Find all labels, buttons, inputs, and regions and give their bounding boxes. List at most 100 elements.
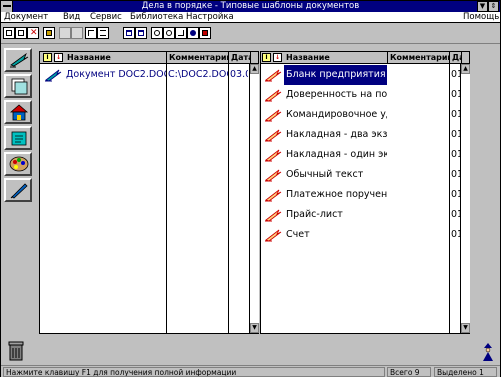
edit-button[interactable] [175, 27, 187, 39]
column-header-name[interactable]: Название [65, 52, 167, 64]
menu-help[interactable]: Помощь [463, 12, 499, 23]
status-total: Всего 9 [387, 367, 431, 377]
binoculars-icon [154, 30, 160, 36]
new-document-button[interactable] [3, 27, 15, 39]
disabled-button-1[interactable] [59, 27, 71, 39]
column-header-comment[interactable]: Комментарий [388, 52, 450, 64]
house-icon [9, 104, 29, 121]
scroll-up-arrow[interactable]: ▲ [250, 64, 259, 74]
scroll-up-arrow[interactable]: ▲ [461, 64, 470, 74]
sort-icon[interactable]: ↓ [273, 53, 282, 62]
column-divider [228, 64, 229, 333]
disabled-button-2[interactable] [71, 27, 83, 39]
menu-bar: Документ Вид Сервис Библиотека Настройка… [1, 12, 500, 23]
documents-scrollbar[interactable]: ▲ ▼ [249, 64, 259, 333]
palette-folder-button[interactable] [4, 152, 32, 176]
template-feather-icon [265, 209, 282, 222]
delete-icon: ✕ [30, 28, 38, 38]
documents-panel-header: I ↓ Название Комментарий Дата [40, 52, 258, 64]
template-row[interactable]: Накладная - один эк 01 [261, 145, 461, 165]
status-selected: Выделено 1 [434, 367, 497, 377]
magnifier-icon [166, 30, 172, 36]
template-name: Обычный текст [286, 169, 364, 180]
two-panel-button[interactable] [135, 27, 147, 39]
info-button[interactable] [187, 27, 199, 39]
list-item[interactable]: Документ DOC2.DOC C:\DOC2.DOC 03.0 [40, 65, 248, 85]
status-hint: Нажмите клавишу F1 для получения полной … [3, 367, 385, 377]
documents-panel: I ↓ Название Комментарий Дата Документ D… [39, 51, 259, 334]
menu-settings[interactable]: Настройка [186, 12, 234, 23]
single-panel-button[interactable] [123, 27, 135, 39]
template-name: Накладная - два экз [286, 129, 387, 140]
pen-folder-button[interactable] [4, 178, 32, 202]
menu-document[interactable]: Документ [4, 12, 48, 23]
template-feather-icon [265, 69, 282, 82]
menu-service[interactable]: Сервис [90, 12, 122, 23]
document-name: Документ DOC2.DOC [66, 69, 166, 80]
app-window: Дела в порядке - Типовые шаблоны докумен… [0, 0, 501, 377]
tree-view-button[interactable] [85, 27, 97, 39]
template-row[interactable]: Доверенность на пол 01 [261, 85, 461, 105]
list-view-button[interactable] [97, 27, 109, 39]
calendar-button[interactable] [199, 27, 211, 39]
calendar-icon [202, 30, 208, 36]
status-bar: Нажмите клавишу F1 для получения полной … [1, 365, 500, 377]
document-feather-icon [45, 69, 62, 82]
templates-scrollbar[interactable]: ▲ ▼ [460, 64, 470, 333]
template-feather-icon [265, 169, 282, 182]
assistant-figure-icon[interactable] [481, 342, 495, 362]
column-header-comment[interactable]: Комментарий [167, 52, 229, 64]
notes-folder-button[interactable] [4, 126, 32, 150]
trash-icon[interactable] [8, 340, 24, 362]
template-name: Прайс-лист [286, 209, 343, 220]
template-name: Накладная - один эк [286, 149, 387, 160]
template-feather-icon [10, 52, 29, 68]
column-divider [166, 64, 167, 333]
template-row[interactable]: Обычный текст 01 [261, 165, 461, 185]
preview-button[interactable] [163, 27, 175, 39]
template-row[interactable]: Командировочное уд 01 [261, 105, 461, 125]
template-name: Счет [286, 229, 310, 240]
house-folder-button[interactable] [4, 100, 32, 124]
templates-folder-button[interactable] [4, 48, 32, 72]
column-header-date[interactable]: Дата [229, 52, 251, 64]
scroll-down-arrow[interactable]: ▼ [461, 323, 470, 333]
menu-view[interactable]: Вид [63, 12, 80, 23]
template-row[interactable]: Бланк предприятия 01 [261, 65, 461, 85]
template-row[interactable]: Прайс-лист 01 [261, 205, 461, 225]
copy-button[interactable] [15, 27, 27, 39]
find-button[interactable] [151, 27, 163, 39]
window-title: Дела в порядке - Типовые шаблоны докумен… [141, 1, 360, 11]
open-folder-button[interactable] [43, 27, 55, 39]
template-row[interactable]: Платежное поручени 01 [261, 185, 461, 205]
template-feather-icon [265, 109, 282, 122]
column-header-name[interactable]: Название [284, 52, 388, 64]
template-name: Платежное поручени [286, 189, 387, 200]
menu-library[interactable]: Библиотека [130, 12, 183, 23]
view-mode-icon[interactable]: I [43, 53, 52, 62]
scroll-down-arrow[interactable]: ▼ [250, 323, 259, 333]
template-feather-icon [265, 149, 282, 162]
palette-icon [9, 156, 29, 172]
papers-folder-button[interactable] [4, 74, 32, 98]
minimize-button[interactable]: ▼ [477, 1, 488, 12]
notepad-icon [11, 131, 27, 146]
column-header-date[interactable]: Дата [450, 52, 462, 64]
template-feather-icon [265, 189, 282, 202]
maximize-button[interactable]: ⇕ [488, 1, 499, 12]
template-row[interactable]: Счет 01 [261, 225, 461, 245]
pen-icon [10, 183, 28, 199]
templates-panel: I ↓ Название Комментарий Дата Бланк пред… [260, 51, 470, 334]
folder-icon [46, 30, 52, 36]
template-name: Бланк предприятия [284, 65, 387, 85]
sort-icon[interactable]: ↓ [54, 53, 63, 62]
delete-button[interactable]: ✕ [27, 27, 39, 39]
title-bar: Дела в порядке - Типовые шаблоны докумен… [1, 1, 500, 12]
document-comment: C:\DOC2.DOC [168, 69, 228, 80]
view-mode-icon[interactable]: I [262, 53, 271, 62]
info-icon [190, 30, 196, 36]
template-feather-icon [265, 129, 282, 142]
tree-view-icon [88, 30, 94, 36]
new-document-icon [6, 30, 12, 36]
template-row[interactable]: Накладная - два экз 01 [261, 125, 461, 145]
